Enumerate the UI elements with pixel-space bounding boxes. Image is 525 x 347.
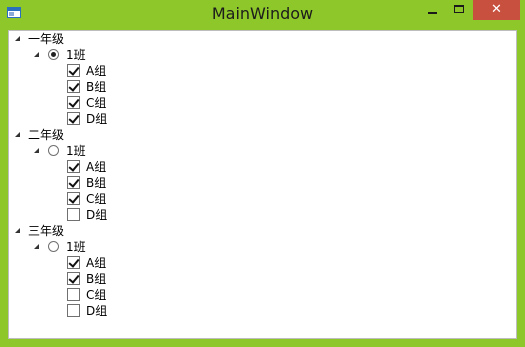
maximize-button[interactable] (446, 0, 473, 20)
title-bar[interactable]: MainWindow ✕ (0, 0, 525, 30)
group-label: C组 (86, 288, 107, 302)
class-label: 1班 (66, 144, 86, 158)
group-checkbox[interactable] (67, 192, 80, 205)
group-checkbox[interactable] (67, 112, 80, 125)
tree-node-group[interactable]: A组 (9, 63, 209, 79)
grade-label: 一年级 (28, 32, 65, 46)
group-label: D组 (86, 304, 108, 318)
expand-arrow-icon[interactable] (15, 228, 20, 233)
group-checkbox[interactable] (67, 288, 80, 301)
tree-node-group[interactable]: B组 (9, 175, 209, 191)
group-label: A组 (86, 160, 107, 174)
tree-node-group[interactable]: C组 (9, 95, 209, 111)
tree-node-grade[interactable]: 一年级 (9, 31, 209, 47)
expand-arrow-icon[interactable] (34, 148, 39, 153)
group-label: A组 (86, 256, 107, 270)
class-label: 1班 (66, 48, 86, 62)
tree-node-group[interactable]: C组 (9, 287, 209, 303)
class-label: 1班 (66, 240, 86, 254)
group-checkbox[interactable] (67, 272, 80, 285)
group-label: A组 (86, 64, 107, 78)
tree-node-group[interactable]: D组 (9, 207, 209, 223)
group-checkbox[interactable] (67, 64, 80, 77)
group-label: B组 (86, 272, 107, 286)
main-window: MainWindow ✕ 一年级 1班 A组 B组 C组 D组 二年级 1班 A组 B组 C组 D组三… (0, 0, 525, 347)
tree-node-grade[interactable]: 二年级 (9, 127, 209, 143)
tree-node-class[interactable]: 1班 (9, 47, 209, 63)
group-checkbox[interactable] (67, 208, 80, 221)
group-checkbox[interactable] (67, 80, 80, 93)
group-label: B组 (86, 80, 107, 94)
tree-node-group[interactable]: A组 (9, 255, 209, 271)
grade-label: 二年级 (28, 128, 65, 142)
class-radio-button[interactable] (48, 241, 59, 252)
tree-node-group[interactable]: D组 (9, 303, 209, 319)
tree-node-class[interactable]: 1班 (9, 143, 209, 159)
group-label: D组 (86, 208, 108, 222)
group-label: C组 (86, 192, 107, 206)
group-label: D组 (86, 112, 108, 126)
expand-arrow-icon[interactable] (15, 36, 20, 41)
group-checkbox[interactable] (67, 256, 80, 269)
expand-arrow-icon[interactable] (34, 52, 39, 57)
group-checkbox[interactable] (67, 160, 80, 173)
grade-label: 三年级 (28, 224, 65, 238)
tree-node-group[interactable]: D组 (9, 111, 209, 127)
tree-node-group[interactable]: B组 (9, 79, 209, 95)
tree-node-class[interactable]: 1班 (9, 239, 209, 255)
class-radio-button[interactable] (48, 145, 59, 156)
expand-arrow-icon[interactable] (34, 244, 39, 249)
group-label: C组 (86, 96, 107, 110)
tree-node-grade[interactable]: 三年级 (9, 223, 209, 239)
expand-arrow-icon[interactable] (15, 132, 20, 137)
tree-node-group[interactable]: C组 (9, 191, 209, 207)
group-checkbox[interactable] (67, 304, 80, 317)
group-label: B组 (86, 176, 107, 190)
tree-node-group[interactable]: B组 (9, 271, 209, 287)
class-radio-button[interactable] (48, 49, 59, 60)
group-checkbox[interactable] (67, 176, 80, 189)
tree-node-group[interactable]: A组 (9, 159, 209, 175)
client-area: 一年级 1班 A组 B组 C组 D组 二年级 1班 A组 B组 C组 D组 三年级 1班 A组 B组 C组 D组 (8, 30, 517, 339)
group-checkbox[interactable] (67, 96, 80, 109)
close-button[interactable]: ✕ (473, 0, 520, 20)
minimize-button[interactable] (419, 0, 446, 20)
